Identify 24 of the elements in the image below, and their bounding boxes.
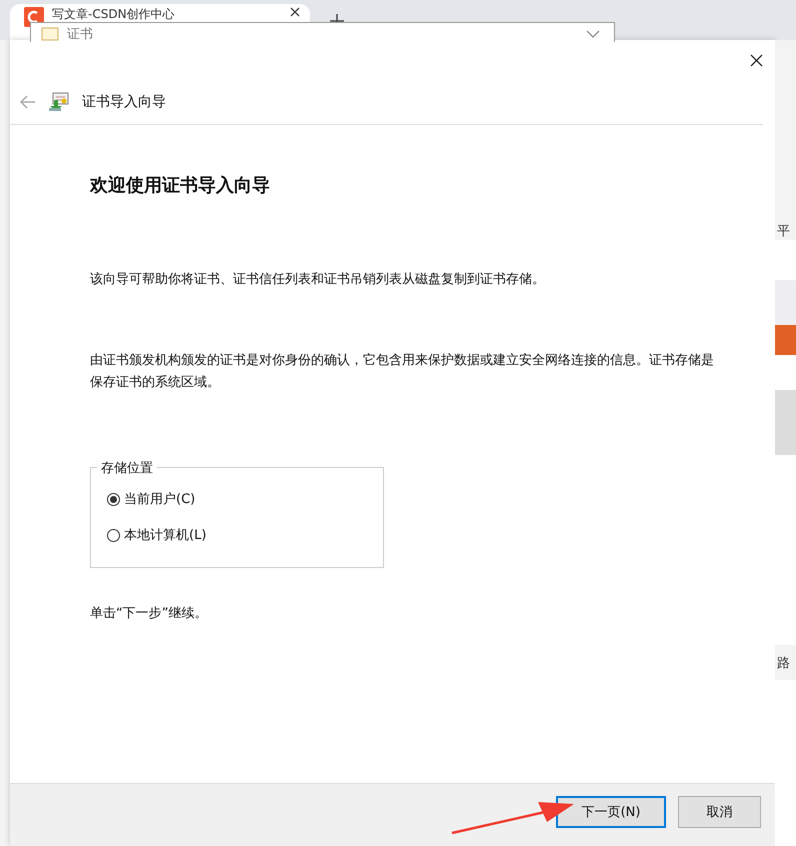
tab-title[interactable]: 写文章-CSDN创作中心: [52, 7, 175, 22]
page-panel: [775, 280, 796, 325]
window-title: 证书: [67, 26, 94, 42]
radio-button[interactable]: [107, 492, 120, 506]
radio-option[interactable]: 当前用户(C): [107, 490, 383, 508]
instruction-text: 单击“下一步”继续。: [90, 605, 208, 622]
certificate-icon: [48, 92, 70, 112]
certificate-icon: [41, 26, 59, 40]
radio-option[interactable]: 本地计算机(L): [107, 526, 383, 544]
description-text: 由证书颁发机构颁发的证书是对你身份的确认，它包含用来保护数据或建立安全网络连接的信息。证书存储是保存证书的系统区域。: [90, 352, 715, 392]
description-text: 该向导可帮助你将证书、证书信任列表和证书吊销列表从磁盘复制到证书存储。: [90, 271, 546, 289]
cancel-button[interactable]: 取消: [678, 796, 761, 828]
group-legend: 存储位置: [97, 459, 157, 477]
page-text-fragment: 路: [776, 654, 790, 672]
radio-button[interactable]: [107, 528, 120, 542]
close-icon[interactable]: [750, 54, 763, 66]
wizard-heading: 欢迎使用证书导入向导: [90, 174, 271, 197]
page-panel: [775, 390, 796, 455]
next-button[interactable]: 下一页(N): [556, 796, 666, 828]
wizard-title: 证书导入向导: [82, 93, 166, 111]
chevron-icon: [586, 30, 600, 38]
close-icon[interactable]: [290, 7, 300, 17]
page-banner: [775, 325, 796, 355]
page-text-fragment: 平: [776, 223, 790, 240]
